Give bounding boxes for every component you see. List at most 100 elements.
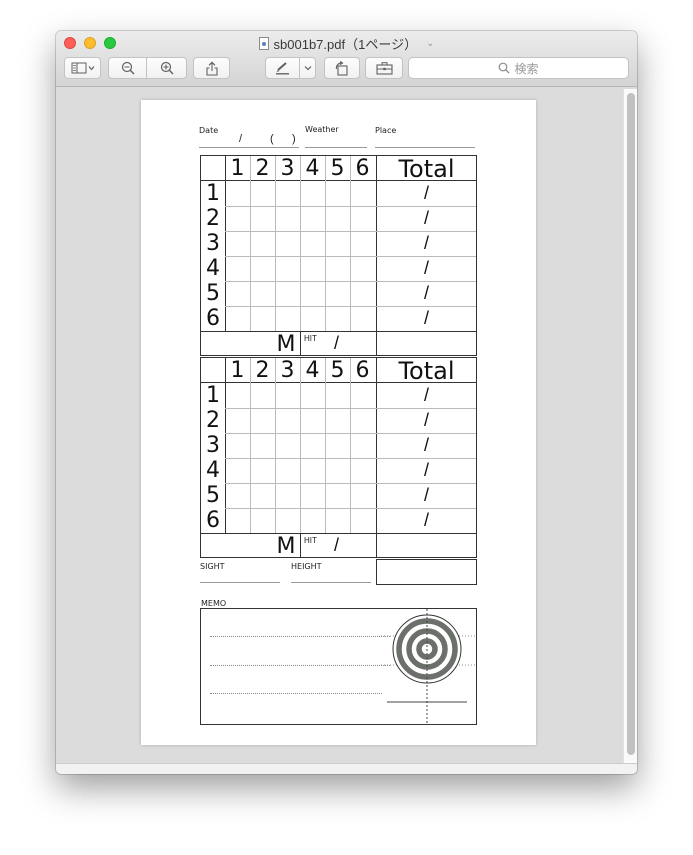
share-icon bbox=[205, 61, 218, 76]
hit-label: HIT bbox=[304, 334, 317, 343]
row-total-slash: / bbox=[423, 183, 429, 203]
row-total-slash: / bbox=[423, 410, 429, 430]
target-diagram bbox=[381, 609, 475, 725]
memo-dotted-line bbox=[210, 693, 382, 694]
grid-line bbox=[225, 508, 476, 509]
hit-slash: / bbox=[334, 535, 340, 555]
score-card-footer: M HIT / bbox=[201, 533, 476, 559]
weather-underline bbox=[305, 147, 367, 148]
date-parens: ( ) bbox=[270, 133, 296, 145]
row-total-slash: / bbox=[423, 283, 429, 303]
column-number: 1 bbox=[230, 156, 245, 181]
title-chevron-icon[interactable]: ⌄ bbox=[426, 38, 434, 49]
column-number: 1 bbox=[230, 358, 245, 383]
markup-button[interactable] bbox=[265, 57, 300, 79]
window-title-group[interactable]: sb001b7.pdf（1ページ） ⌄ bbox=[56, 34, 637, 52]
date-label: Date bbox=[199, 126, 219, 135]
sidebar-button[interactable] bbox=[64, 57, 101, 79]
grid-line bbox=[225, 458, 476, 459]
title-bar[interactable]: sb001b7.pdf（1ページ） ⌄ 検索 bbox=[56, 31, 637, 87]
height-underline bbox=[291, 582, 371, 583]
zoom-out-icon bbox=[121, 61, 134, 75]
toolbox-button[interactable] bbox=[365, 57, 403, 79]
grid-line bbox=[225, 408, 476, 409]
grid-line bbox=[350, 156, 351, 331]
document-icon bbox=[258, 36, 269, 50]
row-number: 2 bbox=[206, 408, 220, 433]
row-total-slash: / bbox=[423, 208, 429, 228]
row-number: 1 bbox=[206, 181, 220, 206]
grid-border bbox=[300, 534, 301, 558]
row-total-slash: / bbox=[423, 258, 429, 278]
grid-line bbox=[225, 281, 476, 282]
memo-box bbox=[200, 608, 477, 725]
window-bottom-edge bbox=[56, 763, 637, 774]
total-label: Total bbox=[398, 154, 455, 183]
sidebar-icon bbox=[71, 62, 94, 74]
row-number: 5 bbox=[206, 483, 220, 508]
grid-line bbox=[225, 433, 476, 434]
window-title: sb001b7.pdf（1ページ） bbox=[273, 36, 418, 52]
sight-label: SIGHT bbox=[200, 562, 225, 571]
toolbox-icon bbox=[375, 61, 393, 75]
grid-line bbox=[325, 156, 326, 331]
grid-line bbox=[225, 256, 476, 257]
row-number: 6 bbox=[206, 306, 220, 331]
grid-line bbox=[325, 358, 326, 533]
search-icon bbox=[499, 62, 510, 74]
grid-line bbox=[275, 156, 276, 331]
scrollbar-thumb[interactable] bbox=[627, 93, 635, 755]
share-button[interactable] bbox=[193, 57, 230, 79]
grid-line bbox=[225, 306, 476, 307]
sight-box bbox=[376, 559, 477, 585]
row-number: 1 bbox=[206, 383, 220, 408]
vertical-scrollbar[interactable] bbox=[623, 89, 637, 763]
memo-label: MEMO bbox=[201, 599, 227, 608]
column-number: 6 bbox=[355, 358, 370, 383]
grid-border bbox=[225, 358, 226, 533]
grid-line bbox=[300, 358, 301, 533]
zoom-in-icon bbox=[160, 61, 173, 75]
score-card: 1 2 3 4 5 6 Total 1/2/3/4/5/6/M HIT / bbox=[200, 356, 477, 559]
row-number: 2 bbox=[206, 206, 220, 231]
row-number: 3 bbox=[206, 433, 220, 458]
rotate-button[interactable] bbox=[324, 57, 360, 79]
column-number: 6 bbox=[355, 156, 370, 181]
row-total-slash: / bbox=[423, 385, 429, 405]
row-total-slash: / bbox=[423, 510, 429, 530]
date-slash: / bbox=[239, 133, 243, 145]
row-number: 4 bbox=[206, 458, 220, 483]
row-number: 6 bbox=[206, 508, 220, 533]
rotate-icon bbox=[335, 60, 348, 76]
pdf-page: Date / ( ) Weather Place 1 2 3 4 5 6 Total 1/2/… bbox=[141, 100, 536, 745]
column-number: 5 bbox=[330, 156, 345, 181]
grid-line bbox=[300, 156, 301, 331]
date-underline bbox=[199, 147, 299, 148]
row-total-slash: / bbox=[423, 308, 429, 328]
column-number: 3 bbox=[280, 358, 295, 383]
row-total-slash: / bbox=[423, 485, 429, 505]
document-viewport[interactable]: Date / ( ) Weather Place 1 2 3 4 5 6 Total 1/2/… bbox=[56, 88, 637, 763]
memo-dotted-line bbox=[210, 636, 390, 637]
grid-border bbox=[225, 156, 226, 331]
chevron-down-icon bbox=[304, 66, 311, 71]
grid-line bbox=[225, 206, 476, 207]
sight-underline bbox=[200, 582, 280, 583]
grid-line bbox=[225, 483, 476, 484]
total-label: Total bbox=[398, 356, 455, 385]
grid-line bbox=[275, 358, 276, 533]
row-number: 4 bbox=[206, 256, 220, 281]
miss-label: M bbox=[276, 332, 296, 357]
place-label: Place bbox=[375, 126, 397, 135]
column-number: 5 bbox=[330, 358, 345, 383]
zoom-out-button[interactable] bbox=[108, 57, 147, 79]
grid-line bbox=[250, 358, 251, 533]
search-field[interactable]: 検索 bbox=[408, 57, 629, 79]
miss-label: M bbox=[276, 534, 296, 559]
preview-window: sb001b7.pdf（1ページ） ⌄ 検索 Date / () Weathe… bbox=[56, 31, 637, 774]
hit-slash: / bbox=[334, 333, 340, 353]
zoom-in-button[interactable] bbox=[146, 57, 187, 79]
search-placeholder: 検索 bbox=[514, 61, 539, 76]
memo-dotted-line bbox=[210, 665, 390, 666]
markup-menu-button[interactable] bbox=[299, 57, 316, 79]
